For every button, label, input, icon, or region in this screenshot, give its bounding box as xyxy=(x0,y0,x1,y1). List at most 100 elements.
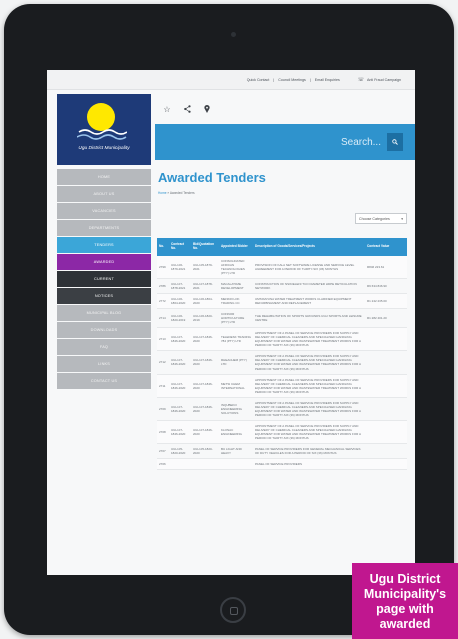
table-cell: R846 223.61 xyxy=(365,255,407,279)
table-cell: BU LIGHT AND HEAVY xyxy=(219,443,253,460)
column-header[interactable]: Description of Goods/Services/Projects xyxy=(253,238,365,256)
awarded-tenders-table: No. Contract No. Bid/Quotation No. Appointe… xyxy=(157,238,407,471)
logo-text: Ugu District Municipality xyxy=(78,146,130,151)
table-cell: CONNOR HORTICULTURE (PTY) LTD xyxy=(219,308,253,329)
sidebar-item-faq[interactable]: FAQ xyxy=(57,339,151,355)
table-row[interactable]: 2711 UGU-07-1846-2020 UGU-07-1846-2020 METS… xyxy=(157,374,407,398)
camera-dot xyxy=(231,32,236,37)
table-header: No. Contract No. Bid/Quotation No. Appointe… xyxy=(157,238,407,256)
table-row[interactable]: 2708 UGU-07-1846-2020 UGU-07-1846-2020 KLON… xyxy=(157,420,407,445)
table-cell: UGU-07-1846-2020 xyxy=(191,327,219,352)
table-row[interactable]: 2714 UGU-06-1820-2019 UGU-06-1820-2019 CONN… xyxy=(157,308,407,329)
table-cell: INQUBEKO ENGINEERING SOLUTIONS xyxy=(219,397,253,421)
table-cell xyxy=(219,458,253,471)
sidebar-item-tenders[interactable]: TENDERS xyxy=(57,237,151,253)
table-row[interactable]: 2706 PANEL OF SERVICE PROVIDERS xyxy=(157,458,407,471)
quick-contact-link[interactable]: Quick Contact xyxy=(247,78,270,82)
municipality-logo[interactable]: Ugu District Municipality xyxy=(57,94,151,165)
table-cell: 2711 xyxy=(157,374,169,398)
table-row[interactable]: 2707 UGU-05-1820-2020 UGU-05-1820-2020 BU L… xyxy=(157,443,407,460)
table-cell: 2714 xyxy=(157,308,169,329)
table-cell xyxy=(365,458,407,471)
table-cell: 2708 xyxy=(157,420,169,445)
location-pin-icon[interactable] xyxy=(197,99,217,119)
table-cell: 2786 xyxy=(157,278,169,294)
table-cell: UGU-06-1820-2019 xyxy=(169,308,191,329)
table-cell: UGU-07-1878-2021 xyxy=(191,278,219,294)
main-content: ☆ Search... Awarded Tenders Home » Award… xyxy=(155,94,415,575)
breadcrumb-home[interactable]: Home xyxy=(158,191,167,195)
category-select[interactable]: Choose Categories ▾ xyxy=(355,213,407,224)
sidebar-item-vacancies[interactable]: VACANCIES xyxy=(57,203,151,219)
star-icon[interactable]: ☆ xyxy=(157,99,177,119)
table-cell: R1 242 235.00 xyxy=(365,293,407,310)
table-row[interactable]: 2786 UGU-07-1878-2021 UGU-07-1878-2021 MACA… xyxy=(157,278,407,294)
column-header[interactable]: Contract No. xyxy=(169,238,191,256)
table-cell: UGU-07-1846-2020 xyxy=(191,350,219,375)
table-cell: THE REHABILITATION OF SPORTS GROUNDS UGU… xyxy=(253,308,365,329)
page-title: Awarded Tenders xyxy=(158,170,266,185)
search-input[interactable]: Search... xyxy=(331,133,387,151)
table-row[interactable]: 2772 UGU-06-1864-2020 UGU-06-1864-2020 MENK… xyxy=(157,293,407,310)
search-band: Search... xyxy=(155,124,415,160)
table-cell: UGU-07-1878-2021 xyxy=(169,278,191,294)
sidebar-item-about-us[interactable]: ABOUT US xyxy=(57,186,151,202)
table-cell: APPOINTMENT OF A PANEL OF SERVICE PROVID… xyxy=(253,374,365,398)
table-cell: APPOINTMENT OF A PANEL OF SERVICE PROVID… xyxy=(253,420,365,445)
table-cell xyxy=(365,443,407,460)
sidebar-item-downloads[interactable]: DOWNLOADS xyxy=(57,322,151,338)
table-cell xyxy=(191,458,219,471)
column-header[interactable]: Contract Value xyxy=(365,238,407,256)
table-cell: UGU-07-1846-2020 xyxy=(169,374,191,398)
column-header[interactable]: No. xyxy=(157,238,169,256)
table-cell: MACALATOZE DEVELOPMENT xyxy=(219,278,253,294)
table-cell: UGU-07-1846-2020 xyxy=(191,420,219,445)
sidebar-item-municipal-blog[interactable]: MUNICIPAL BLOG xyxy=(57,305,151,321)
table-cell: APPOINTMENT OF A PANEL OF SERVICE PROVID… xyxy=(253,397,365,421)
search-button[interactable] xyxy=(387,133,403,151)
sidebar-item-notices[interactable]: NOTICES xyxy=(57,288,151,304)
sidebar-item-links[interactable]: LINKS xyxy=(57,356,151,372)
table-cell: UGU-05-1820-2020 xyxy=(191,443,219,460)
table-cell: UGU-07-1846-2020 xyxy=(169,350,191,375)
table-cell: UGU-07-1846-2020 xyxy=(169,327,191,352)
table-cell: 2772 xyxy=(157,293,169,310)
table-cell: UGU-07-1846-2020 xyxy=(169,397,191,421)
phone-icon: ☏ xyxy=(357,76,365,83)
waves-icon xyxy=(77,129,127,140)
sidebar-item-contact-us[interactable]: CONTACT US xyxy=(57,373,151,389)
table-row[interactable]: 2709 UGU-07-1846-2020 UGU-07-1846-2020 INQU… xyxy=(157,397,407,421)
email-enquiries-link[interactable]: Email Enquiries xyxy=(315,78,340,82)
table-cell: KLONAC ENGINEERING xyxy=(219,420,253,445)
sidebar-item-departments[interactable]: DEPARTMENTS xyxy=(57,220,151,236)
breadcrumb: Home » Awarded Tenders xyxy=(158,191,195,195)
table-cell xyxy=(169,458,191,471)
table-cell: R9 634 846.90 xyxy=(365,278,407,294)
table-cell: UGU-05-1820-2020 xyxy=(169,443,191,460)
sidebar: Ugu District Municipality HOME ABOUT US VA… xyxy=(57,94,151,575)
column-header[interactable]: Appointed Bidder xyxy=(219,238,253,256)
anti-fraud-link[interactable]: ☏ Anti Fraud Campaign xyxy=(358,77,401,83)
sidebar-item-current[interactable]: CURRENT xyxy=(57,271,151,287)
table-row[interactable]: 2713 UGU-07-1846-2020 UGU-07-1846-2020 TELE… xyxy=(157,327,407,352)
table-row[interactable]: 2712 UGU-07-1846-2020 UGU-07-1846-2020 RHEA… xyxy=(157,350,407,375)
table-cell: TELEDESK TRADING 784 (PTY) LTD xyxy=(219,327,253,352)
column-header[interactable]: Bid/Quotation No. xyxy=(191,238,219,256)
web-page: Quick Contact | Council Meetings | Email… xyxy=(47,70,415,575)
icon-toolbar: ☆ xyxy=(155,94,415,124)
home-button[interactable] xyxy=(220,597,246,623)
share-icon[interactable] xyxy=(177,99,197,119)
table-row[interactable]: 2799 UGU-06-1879-2021 UGU-05-1879-2021 CONS… xyxy=(157,255,407,279)
table-cell: METSI CHEM INTERNATIONAL xyxy=(219,374,253,398)
caption-label: Ugu District Municipality's page with aw… xyxy=(352,563,458,639)
table-cell: UGU-06-1864-2020 xyxy=(169,293,191,310)
sidebar-item-home[interactable]: HOME xyxy=(57,169,151,185)
table-cell: 2799 xyxy=(157,255,169,279)
sun-icon xyxy=(87,103,115,131)
table-cell: UGU-05-1879-2021 xyxy=(191,255,219,279)
council-meetings-link[interactable]: Council Meetings xyxy=(278,78,306,82)
table-cell: PROVISION OF KALA NET SOFTWARE LICENSE A… xyxy=(253,255,365,279)
table-cell: 2706 xyxy=(157,458,169,471)
filter-row: Choose Categories ▾ xyxy=(155,213,407,224)
sidebar-item-awarded[interactable]: AWARDED xyxy=(57,254,151,270)
